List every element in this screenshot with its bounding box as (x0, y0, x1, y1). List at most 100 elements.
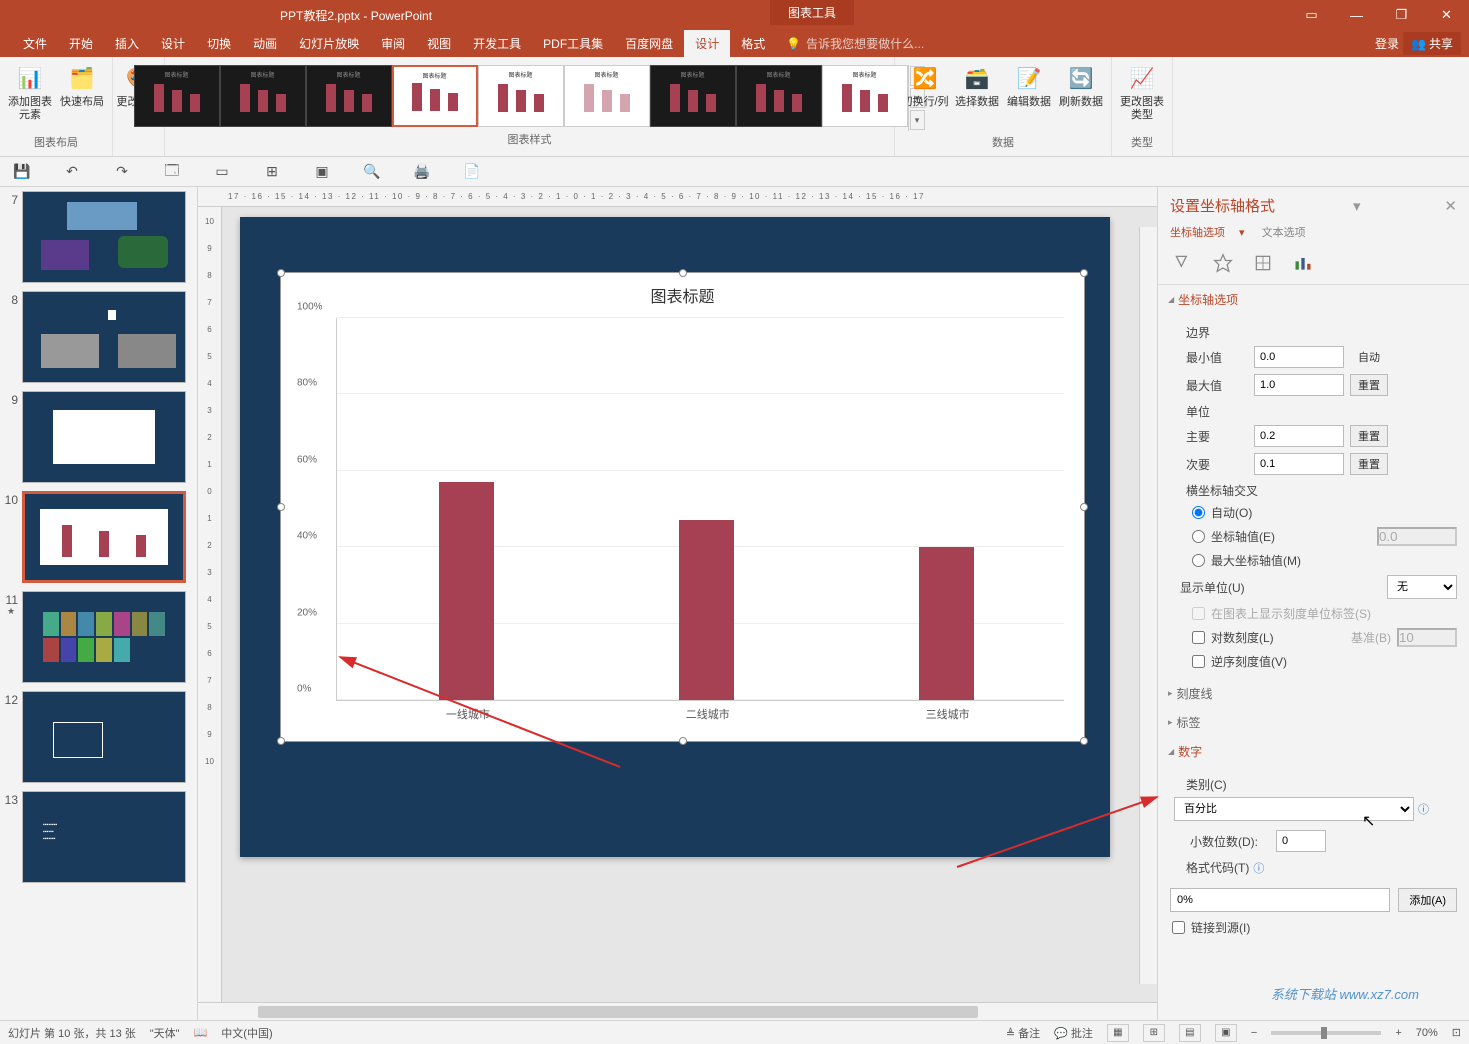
resize-handle-w[interactable] (277, 503, 285, 511)
slide-thumbnail-7[interactable] (22, 191, 186, 283)
spell-check-icon[interactable]: 📖 (194, 1026, 208, 1039)
reading-view-button[interactable]: ▤ (1179, 1024, 1201, 1042)
slide-thumbnail-10[interactable] (22, 491, 186, 583)
slideshow-button[interactable]: ▣ (1215, 1024, 1237, 1042)
comments-button[interactable]: 💬 批注 (1054, 1025, 1093, 1041)
chart-style-2[interactable]: 图表标题 (220, 65, 306, 127)
zoom-in-button[interactable]: + (1395, 1027, 1401, 1039)
log-scale-checkbox[interactable] (1192, 631, 1205, 644)
login-link[interactable]: 登录 (1375, 35, 1399, 52)
pane-tab-axis-options[interactable]: 坐标轴选项 (1170, 227, 1225, 239)
reverse-values-checkbox[interactable] (1192, 655, 1205, 668)
chart-bar-2[interactable] (679, 520, 734, 700)
minor-reset-button[interactable]: 重置 (1350, 453, 1388, 475)
linked-to-source-checkbox[interactable] (1172, 921, 1185, 934)
display-units-select[interactable]: 无 (1387, 575, 1457, 599)
qat-item-6[interactable]: ⊞ (262, 162, 282, 182)
chart-bar-1[interactable] (439, 482, 494, 700)
pane-close-button[interactable]: ✕ (1444, 197, 1457, 215)
chart-style-1[interactable]: 图表标题 (134, 65, 220, 127)
add-chart-element-button[interactable]: 📊 添加图表元素 (6, 60, 54, 122)
tab-review[interactable]: 审阅 (370, 30, 416, 57)
resize-handle-sw[interactable] (277, 737, 285, 745)
qat-item-5[interactable]: ▭ (212, 162, 232, 182)
tab-baidu[interactable]: 百度网盘 (614, 30, 684, 57)
max-reset-button[interactable]: 重置 (1350, 374, 1388, 396)
category-select[interactable]: 百分比 (1174, 797, 1414, 821)
zoom-level[interactable]: 70% (1416, 1027, 1438, 1039)
chart-style-9[interactable]: 图表标题 (822, 65, 908, 127)
chart-title[interactable]: 图表标题 (281, 273, 1084, 317)
tab-home[interactable]: 开始 (58, 30, 104, 57)
tab-insert[interactable]: 插入 (104, 30, 150, 57)
size-properties-icon[interactable] (1252, 252, 1274, 274)
resize-handle-s[interactable] (679, 737, 687, 745)
fit-to-window-button[interactable]: ⊡ (1452, 1026, 1461, 1039)
tab-chart-format[interactable]: 格式 (730, 30, 776, 57)
decimal-places-input[interactable] (1276, 830, 1326, 852)
slide-thumbnail-13[interactable]: ▪▪▪▪▪▪▪▪▪▪▪▪▪▪▪▪▪▪▪▪▪ (22, 791, 186, 883)
minor-unit-input[interactable] (1254, 453, 1344, 475)
min-value-input[interactable] (1254, 346, 1344, 368)
slide-thumbnail-12[interactable] (22, 691, 186, 783)
zoom-slider[interactable] (1271, 1031, 1381, 1035)
resize-handle-n[interactable] (679, 269, 687, 277)
zoom-slider-thumb[interactable] (1321, 1027, 1327, 1039)
chart-style-8[interactable]: 图表标题 (736, 65, 822, 127)
language-indicator[interactable]: 中文(中国) (221, 1025, 272, 1041)
slide-thumbnails-panel[interactable]: 7 8 9 10 11 (0, 187, 198, 1020)
quick-layout-button[interactable]: 🗂️ 快速布局 (58, 60, 106, 109)
slide-thumbnail-8[interactable] (22, 291, 186, 383)
pane-options-button[interactable]: ▾ (1353, 197, 1361, 215)
chart-style-6[interactable]: 图表标题 (564, 65, 650, 127)
chart-style-3[interactable]: 图表标题 (306, 65, 392, 127)
cross-max-radio[interactable] (1192, 554, 1205, 567)
section-axis-options[interactable]: 坐标轴选项 (1158, 285, 1469, 314)
undo-button[interactable]: ↶ (62, 162, 82, 182)
info-icon[interactable]: ⓘ (1418, 801, 1429, 817)
tab-file[interactable]: 文件 (12, 30, 58, 57)
chart-style-5[interactable]: 图表标题 (478, 65, 564, 127)
format-code-input[interactable] (1170, 888, 1390, 912)
refresh-data-button[interactable]: 🔄刷新数据 (1057, 60, 1105, 109)
from-beginning-button[interactable]: ▣ (312, 162, 332, 182)
chart-object[interactable]: 图表标题 0% 20% 40% 60% 80% (280, 272, 1085, 742)
slide-canvas[interactable]: 图表标题 0% 20% 40% 60% 80% (222, 207, 1157, 1002)
horizontal-scrollbar[interactable] (198, 1002, 1157, 1020)
tab-animations[interactable]: 动画 (242, 30, 288, 57)
section-number[interactable]: 数字 (1158, 737, 1469, 766)
max-value-input[interactable] (1254, 374, 1344, 396)
select-data-button[interactable]: 🗃️选择数据 (953, 60, 1001, 109)
section-labels[interactable]: 标签 (1158, 708, 1469, 737)
qat-item-4[interactable]: 🗔 (162, 162, 182, 182)
slide-thumbnail-11[interactable] (22, 591, 186, 683)
slide[interactable]: 图表标题 0% 20% 40% 60% 80% (240, 217, 1110, 857)
slide-counter[interactable]: 幻灯片 第 10 张，共 13 张 (8, 1025, 136, 1041)
chart-style-4[interactable]: 图表标题 (392, 65, 478, 127)
fill-line-icon[interactable] (1172, 252, 1194, 274)
add-format-button[interactable]: 添加(A) (1398, 888, 1457, 912)
resize-handle-nw[interactable] (277, 269, 285, 277)
tab-chart-design[interactable]: 设计 (684, 30, 730, 57)
normal-view-button[interactable]: ▦ (1107, 1024, 1129, 1042)
chart-bar-3[interactable] (919, 547, 974, 700)
ribbon-options-icon[interactable]: ▭ (1289, 0, 1334, 30)
edit-data-button[interactable]: 📝编辑数据 (1005, 60, 1053, 109)
maximize-button[interactable]: ❐ (1379, 0, 1424, 30)
axis-options-icon[interactable] (1292, 252, 1314, 274)
qat-item-9[interactable]: 🖨️ (412, 162, 432, 182)
minimize-button[interactable]: — (1334, 0, 1379, 30)
resize-handle-ne[interactable] (1080, 269, 1088, 277)
major-unit-input[interactable] (1254, 425, 1344, 447)
qat-item-10[interactable]: 📄 (462, 162, 482, 182)
redo-button[interactable]: ↷ (112, 162, 132, 182)
save-button[interactable]: 💾 (12, 162, 32, 182)
tab-design[interactable]: 设计 (150, 30, 196, 57)
pane-tab-text-options[interactable]: 文本选项 (1262, 227, 1306, 239)
tab-developer[interactable]: 开发工具 (462, 30, 532, 57)
change-chart-type-button[interactable]: 📈更改图表类型 (1118, 60, 1166, 122)
tab-slideshow[interactable]: 幻灯片放映 (288, 30, 370, 57)
notes-button[interactable]: ≜ 备注 (1006, 1025, 1040, 1041)
slide-sorter-button[interactable]: ⊞ (1143, 1024, 1165, 1042)
effects-icon[interactable] (1212, 252, 1234, 274)
